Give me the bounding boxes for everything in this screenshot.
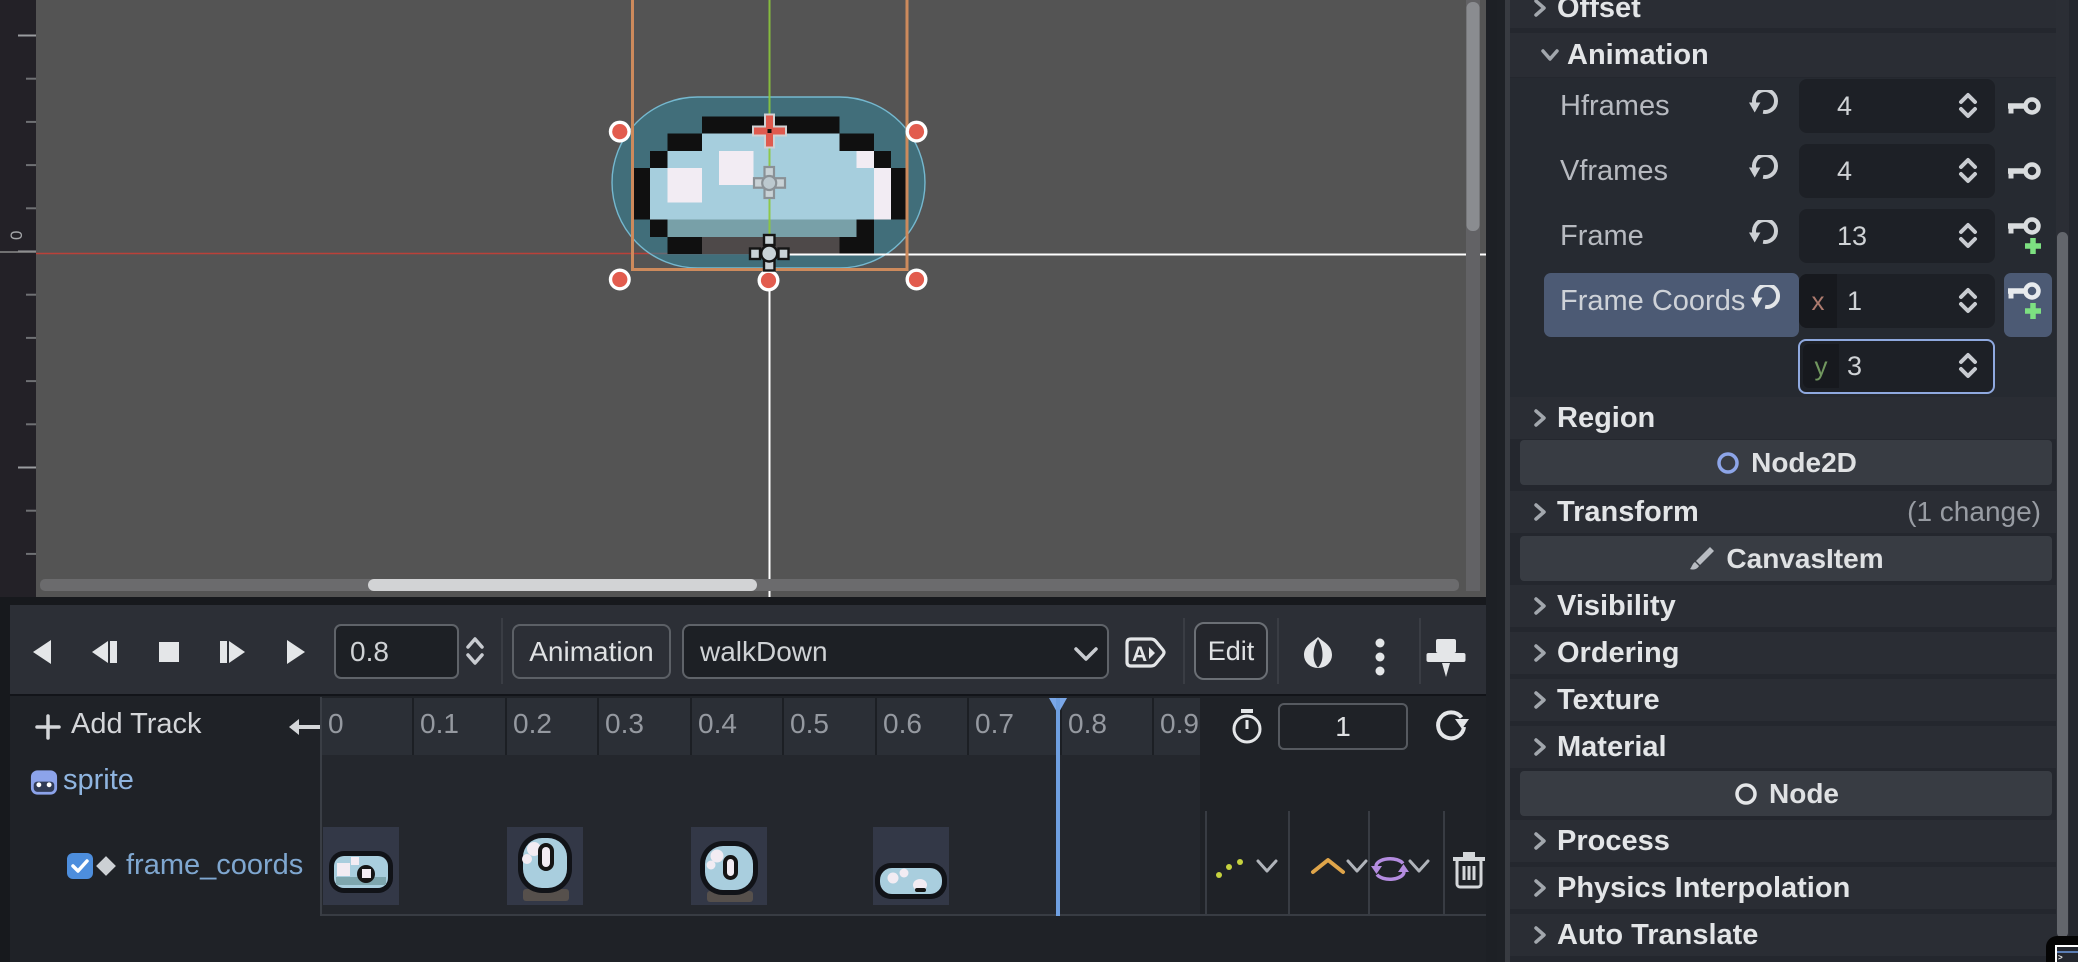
svg-text:A: A [1132, 643, 1147, 666]
svg-text:0: 0 [7, 231, 26, 240]
